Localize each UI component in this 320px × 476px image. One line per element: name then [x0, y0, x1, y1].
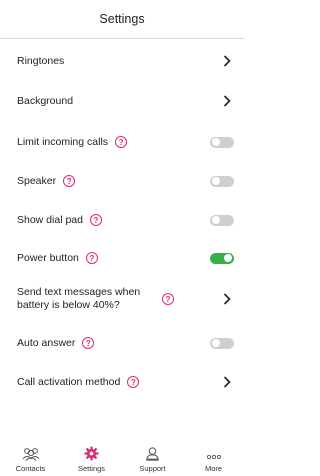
tab-label-settings: Settings	[77, 464, 106, 473]
toggle-knob	[212, 216, 220, 224]
setting-label-speaker: Speaker	[17, 175, 57, 187]
limit-incoming-calls-toggle[interactable]	[210, 136, 234, 148]
chevron-right-icon	[220, 54, 234, 68]
setting-label-ringtones: Ringtones	[17, 55, 65, 67]
toggle-knob	[224, 254, 232, 262]
toggle-knob	[212, 138, 220, 146]
show-dial-pad-toggle[interactable]	[210, 214, 234, 226]
setting-label-show-dial-pad: Show dial pad	[17, 214, 83, 226]
setting-label-background: Background	[17, 95, 74, 107]
tab-more[interactable]: More	[183, 432, 244, 476]
help-icon[interactable]: ?	[162, 293, 174, 305]
help-icon[interactable]: ?	[115, 136, 128, 148]
setting-label-battery-text: Send text messages when battery is below…	[17, 286, 141, 311]
support-icon	[146, 447, 159, 461]
contacts-icon	[22, 448, 39, 461]
help-icon[interactable]: ?	[89, 214, 102, 226]
bottom-tab-bar: Contacts Settings Support More	[0, 432, 244, 476]
auto-answer-toggle[interactable]	[210, 337, 234, 349]
toggle-knob	[212, 339, 220, 347]
header: Settings	[0, 0, 244, 39]
help-icon[interactable]: ?	[85, 252, 98, 264]
help-icon[interactable]: ?	[63, 175, 76, 187]
setting-label-call-activation: Call activation method	[17, 376, 121, 388]
chevron-right-icon	[220, 94, 234, 108]
tab-label-support: Support	[139, 464, 166, 473]
tab-support[interactable]: Support	[122, 432, 183, 476]
gear-icon	[84, 446, 99, 461]
settings-screen: Settings Ringtones Background Limit inco…	[0, 0, 244, 476]
tab-label-contacts: Contacts	[15, 464, 46, 473]
speaker-toggle[interactable]	[210, 175, 234, 187]
tab-label-more: More	[204, 464, 223, 473]
more-icon	[206, 454, 221, 460]
setting-label-auto-answer: Auto answer	[17, 337, 76, 349]
setting-label-power-button: Power button	[17, 252, 79, 264]
chevron-right-icon	[220, 292, 234, 306]
chevron-right-icon	[220, 375, 234, 389]
toggle-knob	[212, 177, 220, 185]
tab-settings[interactable]: Settings	[61, 432, 122, 476]
help-icon[interactable]: ?	[127, 376, 140, 388]
help-icon[interactable]: ?	[82, 337, 95, 349]
setting-label-limit-incoming-calls: Limit incoming calls	[17, 136, 109, 148]
page-title: Settings	[99, 12, 145, 26]
power-button-toggle[interactable]	[210, 252, 234, 264]
tab-contacts[interactable]: Contacts	[0, 432, 61, 476]
